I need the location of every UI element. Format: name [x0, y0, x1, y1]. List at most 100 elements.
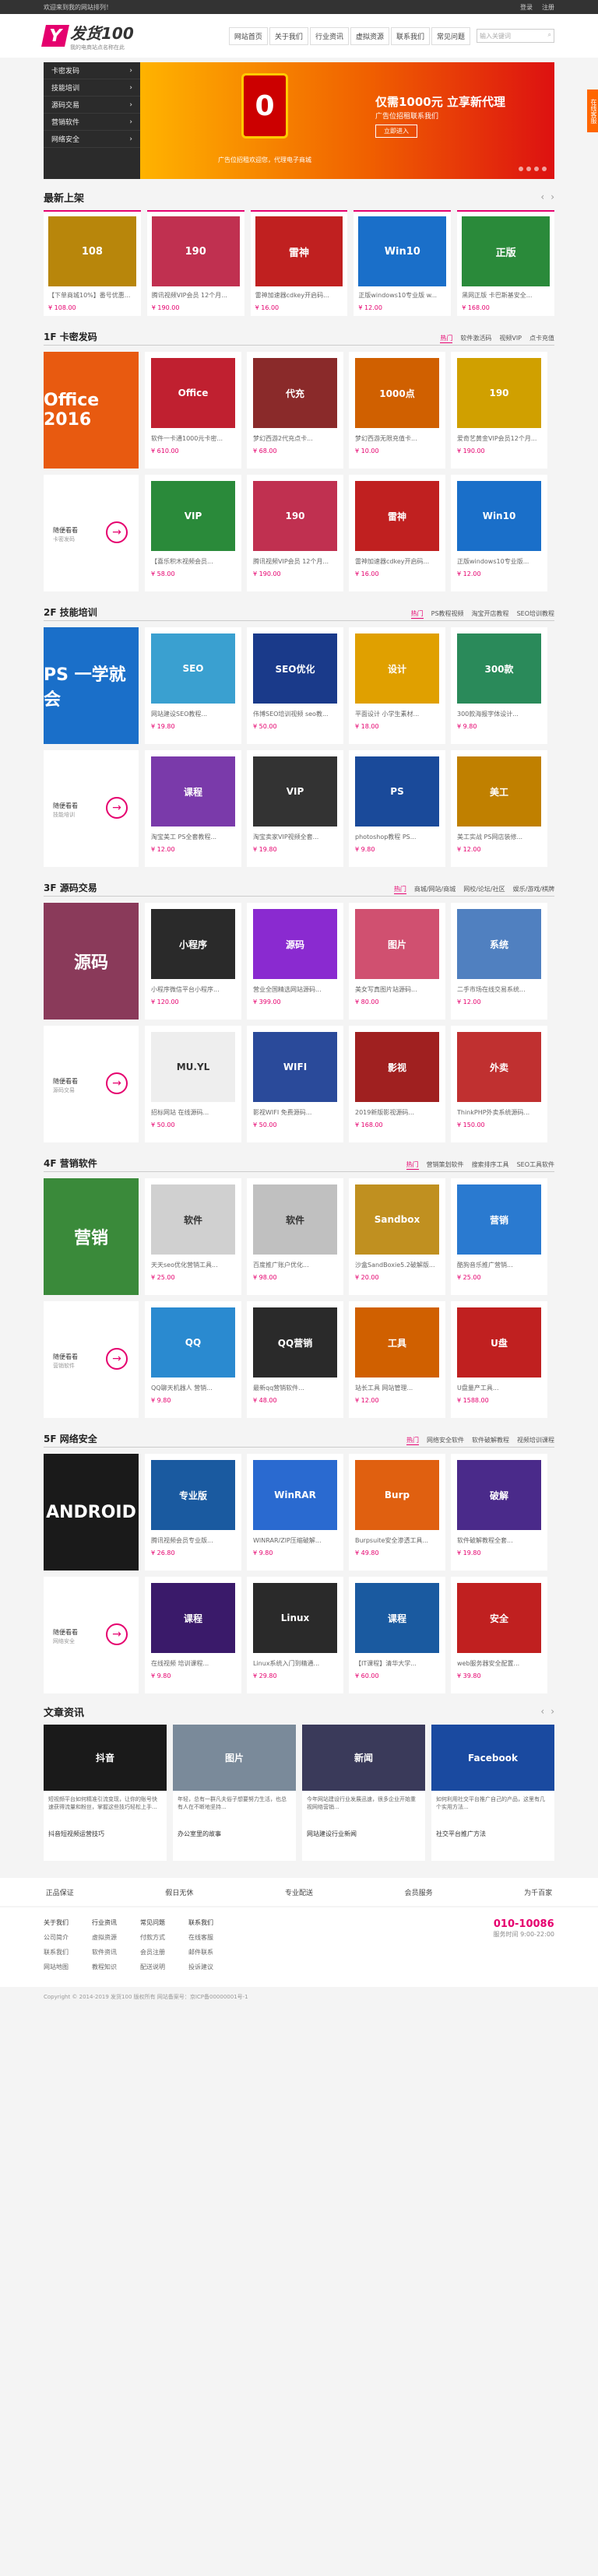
browse-more-panel[interactable]: 随便看看 卡密发码 → — [44, 475, 139, 591]
product-name[interactable]: photoshop教程 PS... — [355, 833, 439, 841]
product-name[interactable]: 【喜乐积木视频会员... — [151, 557, 235, 566]
product-card[interactable]: Win10 正版windows10专业版 w... ¥ 12.00 — [354, 210, 452, 316]
search-input[interactable]: 输入关键词 ⌕ — [477, 29, 554, 43]
product-image[interactable]: Win10 — [457, 481, 541, 551]
product-name[interactable]: 软件一卡通1000元卡密... — [151, 434, 235, 443]
floor-tab[interactable]: 热门 — [406, 1160, 419, 1170]
product-card[interactable]: 营销 酷狗音乐推广营销... ¥ 25.00 — [451, 1178, 547, 1295]
product-card[interactable]: 正版 黑网正版 卡巴斯基安全... ¥ 168.00 — [457, 210, 554, 316]
product-card[interactable]: 小程序 小程序微信平台小程序... ¥ 120.00 — [145, 903, 241, 1020]
product-name[interactable]: 二手市场在线交易系统... — [457, 985, 541, 994]
product-card[interactable]: 雷神 雷神加速器cdkey开启码... ¥ 16.00 — [349, 475, 445, 591]
product-name[interactable]: U盘量产工具... — [457, 1384, 541, 1392]
footer-link[interactable]: 会员注册 — [140, 1948, 165, 1957]
product-name[interactable]: 站长工具 网站管理... — [355, 1384, 439, 1392]
arrow-right-icon[interactable]: → — [106, 797, 128, 819]
product-card[interactable]: Linux Linux系统入门到精通... ¥ 29.80 — [247, 1577, 343, 1693]
product-card[interactable]: 破解 软件破解教程全套... ¥ 19.80 — [451, 1454, 547, 1571]
product-image[interactable]: 小程序 — [151, 909, 235, 979]
product-card[interactable]: 300款 300款海报字体设计... ¥ 9.80 — [451, 627, 547, 744]
floor-tab[interactable]: 热门 — [393, 885, 406, 894]
product-card[interactable]: SEO 网站建设SEO教程... ¥ 19.80 — [145, 627, 241, 744]
arrow-right-icon[interactable]: → — [106, 1623, 128, 1645]
product-name[interactable]: 正版windows10专业版... — [457, 557, 541, 566]
slider-dot[interactable] — [526, 167, 531, 171]
product-image[interactable]: 设计 — [355, 633, 439, 704]
product-name[interactable]: Burpsuite安全渗透工具... — [355, 1536, 439, 1545]
product-image[interactable]: 190 — [253, 481, 337, 551]
nav-item[interactable]: 行业资讯 — [309, 26, 349, 45]
product-image[interactable]: 影视 — [355, 1032, 439, 1102]
product-image[interactable]: 营销 — [457, 1184, 541, 1255]
product-image[interactable]: 外卖 — [457, 1032, 541, 1102]
product-name[interactable]: 软件破解教程全套... — [457, 1536, 541, 1545]
product-name[interactable]: 梦幻西游无限充值卡... — [355, 434, 439, 443]
floor-tab[interactable]: 视频培训课程 — [517, 1436, 554, 1445]
product-name[interactable]: web服务器安全配置... — [457, 1659, 541, 1668]
footer-link[interactable]: 公司简介 — [44, 1933, 69, 1942]
floor-tab[interactable]: 热门 — [410, 609, 424, 619]
product-card[interactable]: WIFI 影视WIFI 免费源码... ¥ 50.00 — [247, 1026, 343, 1142]
floor-tab[interactable]: SEO培训教程 — [517, 609, 554, 619]
product-name[interactable]: 最新qq营销软件... — [253, 1384, 337, 1392]
floor-feature-image[interactable]: Office 2016 — [44, 352, 139, 469]
news-headline[interactable]: 办公室里的故事 — [173, 1830, 296, 1838]
nav-item[interactable]: 常见问题 — [431, 26, 470, 45]
product-card[interactable]: 1000点 梦幻西游无限充值卡... ¥ 10.00 — [349, 352, 445, 469]
product-image[interactable]: SEO优化 — [253, 633, 337, 704]
news-card[interactable]: 图片 年轻，总有一群凡夫俗子想要努力生活，也总有人在不断地坚持... 办公室里的故事 — [173, 1725, 296, 1861]
product-name[interactable]: 正版windows10专业版 w... — [358, 291, 446, 300]
product-image[interactable]: U盘 — [457, 1307, 541, 1377]
arrow-left-icon[interactable]: ‹ — [540, 1706, 544, 1717]
floor-tab[interactable]: 网络安全软件 — [427, 1436, 464, 1445]
product-image[interactable]: 正版 — [462, 216, 550, 286]
product-name[interactable]: ThinkPHP外卖系统源码... — [457, 1108, 541, 1117]
product-name[interactable]: 网站建设SEO教程... — [151, 710, 235, 718]
footer-link[interactable]: 在线客服 — [188, 1933, 213, 1942]
product-name[interactable]: QQ聊天机器人 营销... — [151, 1384, 235, 1392]
browse-more-panel[interactable]: 随便看看 技能培训 → — [44, 750, 139, 867]
product-image[interactable]: PS — [355, 756, 439, 826]
floor-tab[interactable]: SEO工具软件 — [517, 1160, 554, 1170]
site-logo[interactable]: Y 发货100 我的电商站点名称在此 — [41, 21, 134, 51]
product-name[interactable]: 2019新版影视源码... — [355, 1108, 439, 1117]
banner-cta-button[interactable]: 立即进入 — [375, 125, 417, 138]
floor-tab[interactable]: 点卡充值 — [529, 334, 554, 343]
product-card[interactable]: VIP 淘宝卖家VIP视频全套... ¥ 19.80 — [247, 750, 343, 867]
product-name[interactable]: 淘宝美工 PS全套教程... — [151, 833, 235, 841]
footer-link[interactable]: 网站地图 — [44, 1963, 69, 1971]
product-card[interactable]: Burp Burpsuite安全渗透工具... ¥ 49.80 — [349, 1454, 445, 1571]
product-image[interactable]: 源码 — [253, 909, 337, 979]
product-name[interactable]: 招标网站 在线源码... — [151, 1108, 235, 1117]
nav-item[interactable]: 关于我们 — [269, 26, 308, 45]
product-card[interactable]: MU.YL 招标网站 在线源码... ¥ 50.00 — [145, 1026, 241, 1142]
product-image[interactable]: VIP — [151, 481, 235, 551]
product-name[interactable]: 300款海报字体设计... — [457, 710, 541, 718]
product-card[interactable]: 软件 百度推广账户优化... ¥ 98.00 — [247, 1178, 343, 1295]
floor-feature-image[interactable]: 营销 — [44, 1178, 139, 1295]
product-card[interactable]: 安全 web服务器安全配置... ¥ 39.80 — [451, 1577, 547, 1693]
browse-more-panel[interactable]: 随便看看 源码交易 → — [44, 1026, 139, 1142]
category-item[interactable]: 技能培训 › — [44, 79, 140, 97]
arrow-right-icon[interactable]: › — [551, 191, 554, 202]
nav-item[interactable]: 虚拟资源 — [350, 26, 389, 45]
floor-feature-image[interactable]: 源码 — [44, 903, 139, 1020]
product-card[interactable]: 设计 平面设计 小学生素材... ¥ 18.00 — [349, 627, 445, 744]
product-name[interactable]: 在线视频 培训课程... — [151, 1659, 235, 1668]
footer-link[interactable]: 软件资讯 — [92, 1948, 117, 1957]
product-card[interactable]: 美工 美工实战 PS网店装修... ¥ 12.00 — [451, 750, 547, 867]
product-name[interactable]: 百度推广账户优化... — [253, 1261, 337, 1269]
product-name[interactable]: 沙盒SandBoxie5.2破解版... — [355, 1261, 439, 1269]
floor-tab[interactable]: 娱乐/游戏/棋牌 — [513, 885, 554, 894]
product-card[interactable]: 系统 二手市场在线交易系统... ¥ 12.00 — [451, 903, 547, 1020]
footer-link[interactable]: 虚拟资源 — [92, 1933, 117, 1942]
product-card[interactable]: PS photoshop教程 PS... ¥ 9.80 — [349, 750, 445, 867]
product-name[interactable]: 酷狗音乐推广营销... — [457, 1261, 541, 1269]
product-card[interactable]: 190 腾讯视频VIP会员 12个月... ¥ 190.00 — [146, 210, 244, 316]
login-link[interactable]: 登录 — [520, 3, 533, 12]
product-image[interactable]: 软件 — [253, 1184, 337, 1255]
product-image[interactable]: 图片 — [355, 909, 439, 979]
product-name[interactable]: 雷神加速器cdkey开启码... — [355, 557, 439, 566]
product-image[interactable]: 课程 — [151, 756, 235, 826]
product-name[interactable]: 天天seo优化营销工具... — [151, 1261, 235, 1269]
